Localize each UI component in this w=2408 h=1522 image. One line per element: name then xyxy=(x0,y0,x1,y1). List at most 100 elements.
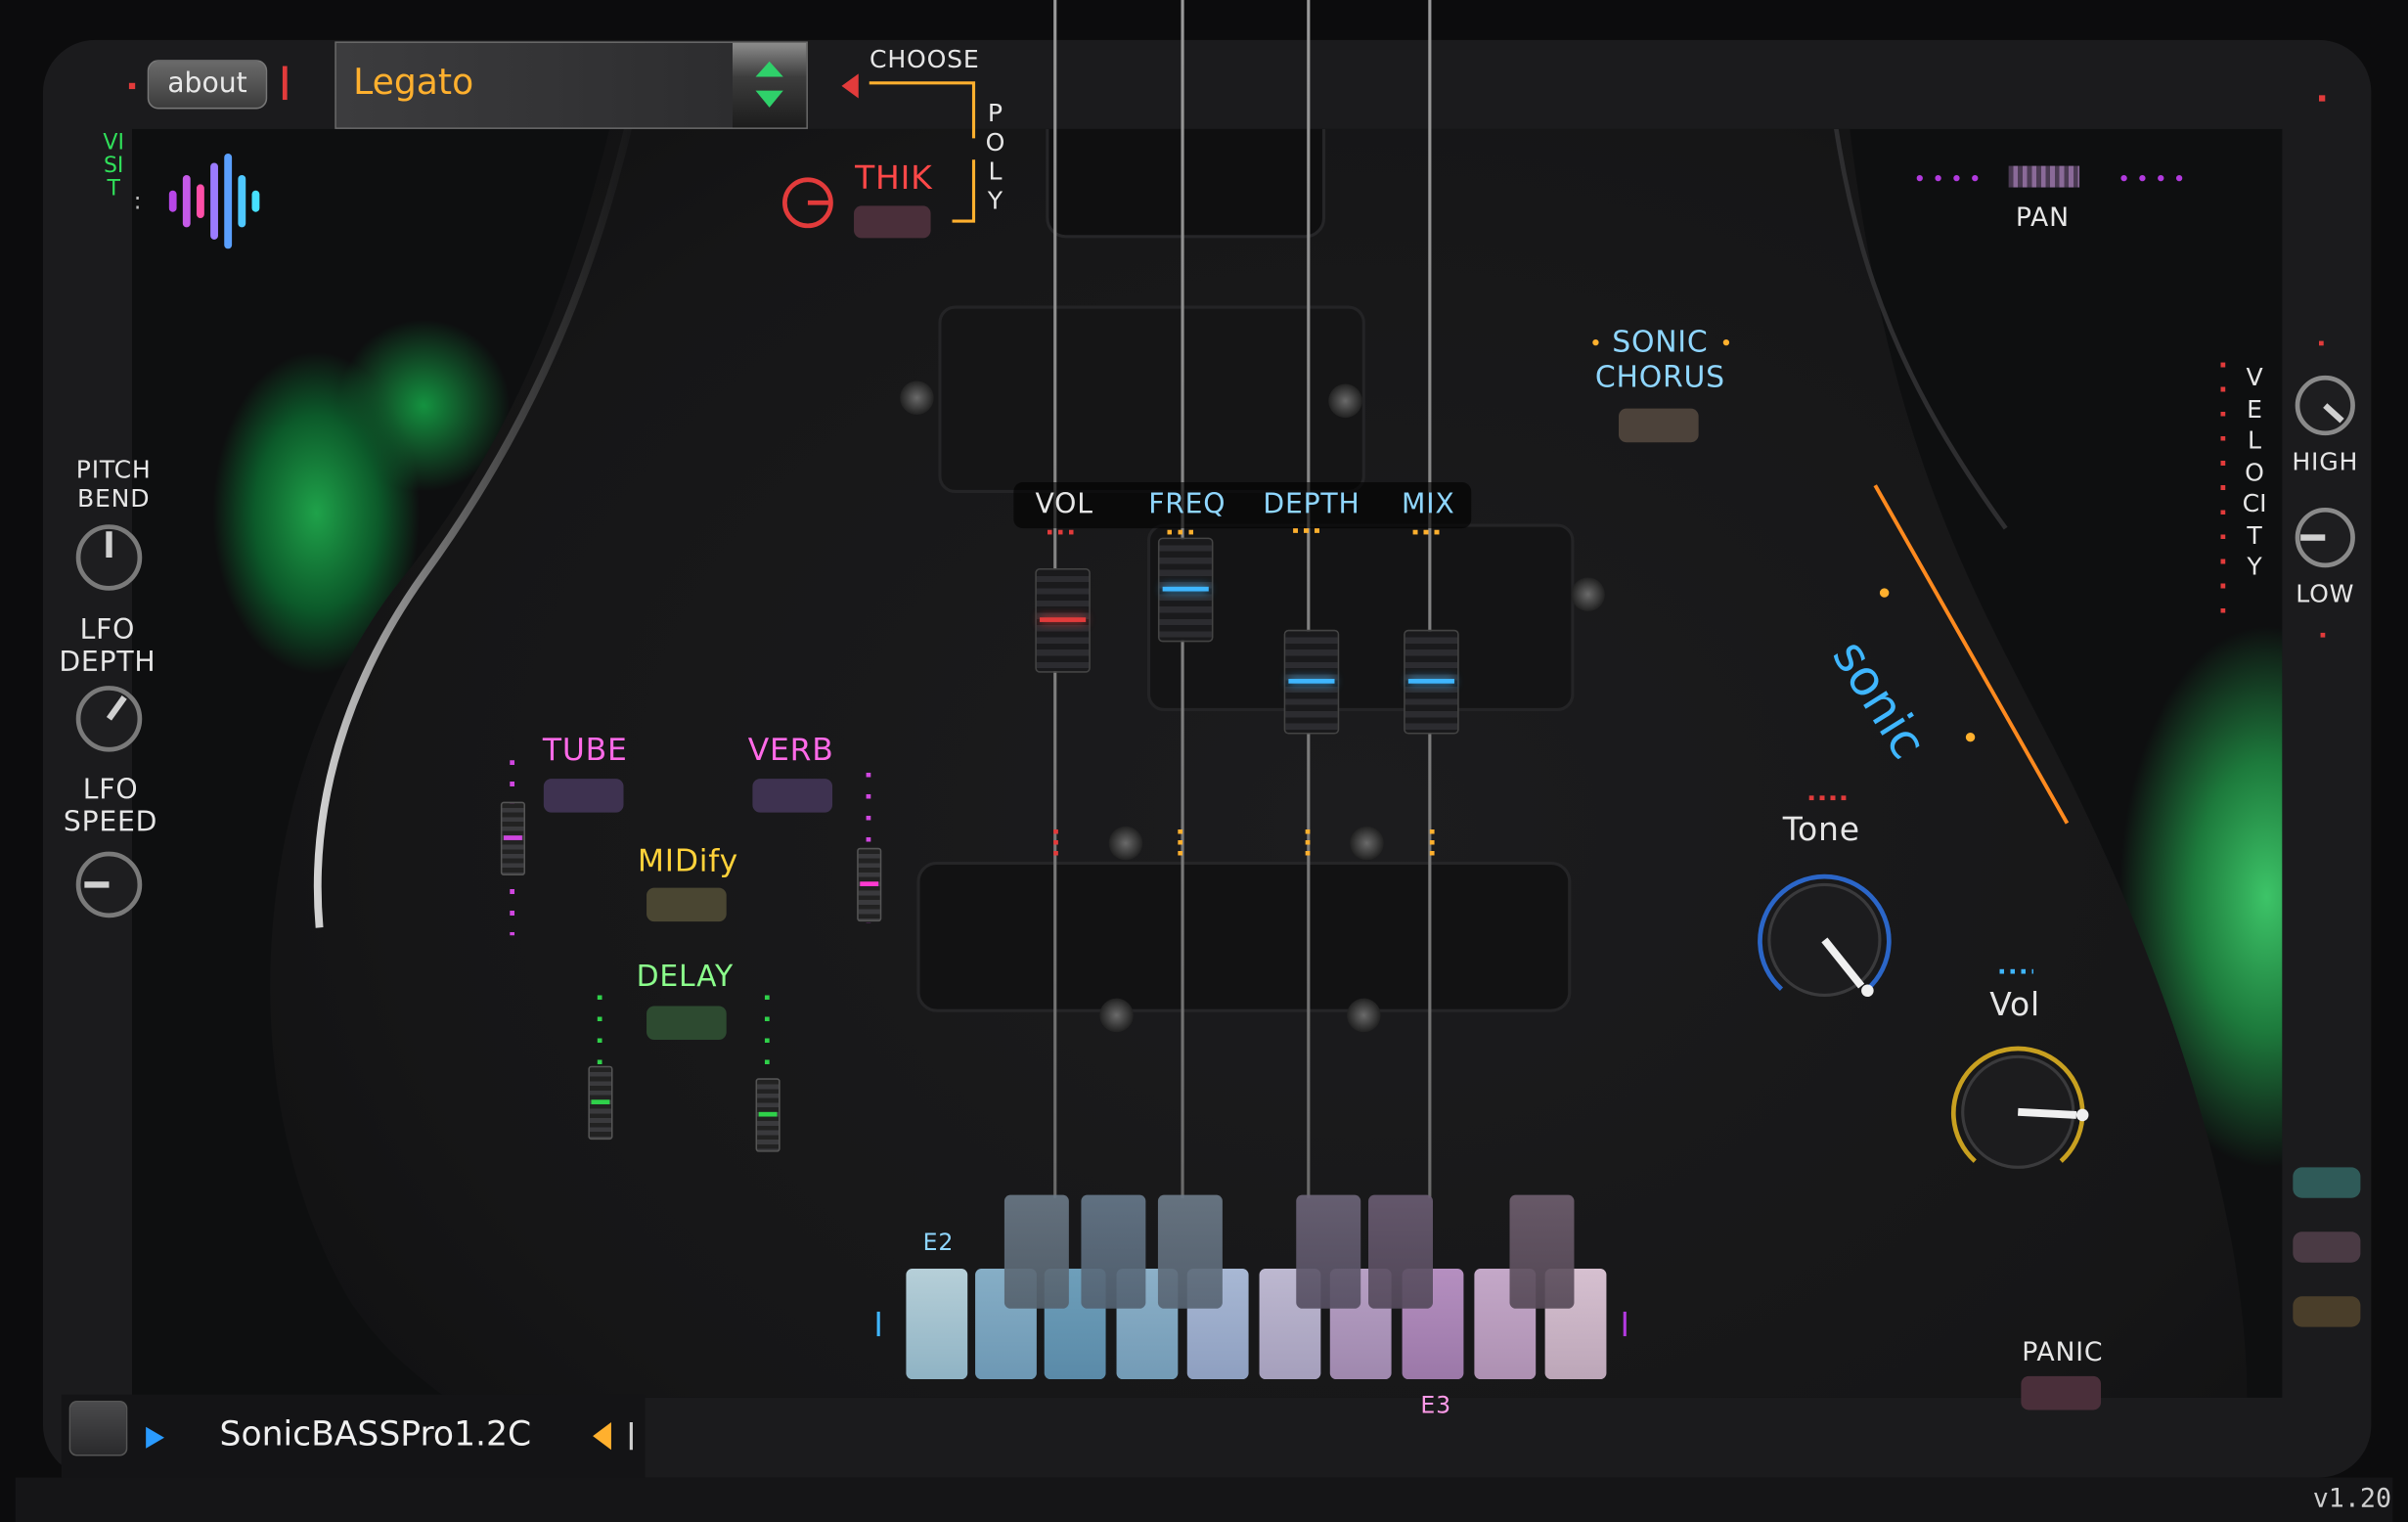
mix-indicator xyxy=(1412,529,1444,535)
screw xyxy=(900,380,934,415)
depth-indicator xyxy=(1293,528,1324,533)
verb-toggle[interactable] xyxy=(752,779,833,813)
high-knob[interactable] xyxy=(2292,372,2359,439)
pitch-bend-label: PITCH BEND xyxy=(75,454,152,514)
midify-label: MIDify xyxy=(637,841,738,879)
freq-fader-label: FREQ xyxy=(1148,488,1226,521)
delay-label: DELAY xyxy=(636,960,734,994)
about-button[interactable]: about xyxy=(147,60,268,110)
thik-toggle[interactable] xyxy=(854,205,931,239)
side-button-brown[interactable] xyxy=(2293,1296,2361,1327)
visit-label: VISIT xyxy=(103,130,124,201)
pan-label: PAN xyxy=(2015,202,2070,234)
freq-indicator xyxy=(1167,529,1198,535)
screw xyxy=(1099,998,1134,1033)
keyboard-end-marker xyxy=(1623,1311,1627,1337)
tube-fader[interactable] xyxy=(500,801,526,876)
lfo-depth-knob[interactable] xyxy=(73,684,144,754)
vol-knob[interactable] xyxy=(1941,1035,2095,1183)
bass-string-4 xyxy=(1428,0,1432,1198)
tone-label: Tone xyxy=(1782,811,1860,848)
indicator-dot xyxy=(2320,632,2326,638)
low-knob[interactable] xyxy=(2292,504,2359,571)
verb-label: VERB xyxy=(747,731,834,769)
high-label: HIGH xyxy=(2292,446,2359,476)
lfo-speed-knob[interactable] xyxy=(73,849,144,919)
keyboard-start-marker xyxy=(876,1311,880,1337)
plugin-window: about Legato CHOOSE POLY THIK VISIT : PI… xyxy=(0,0,2408,1522)
lfo-depth-label: LFO DEPTH xyxy=(59,614,156,680)
screw xyxy=(1328,383,1362,419)
status-bar xyxy=(15,1477,2393,1522)
tone-knob[interactable] xyxy=(1748,863,1901,1010)
choose-arrow-icon[interactable] xyxy=(841,73,859,99)
menu-button[interactable] xyxy=(68,1401,128,1456)
indicator-dot xyxy=(2319,95,2326,102)
black-key[interactable] xyxy=(1003,1194,1069,1309)
sonic-logo-icon[interactable] xyxy=(168,154,267,249)
preset-stepper[interactable] xyxy=(732,42,807,128)
black-key[interactable] xyxy=(1157,1194,1223,1309)
vol-fader-label: VOL xyxy=(1035,488,1093,521)
preset-name: SonicBASSPro1.2C xyxy=(219,1415,532,1455)
version-label: v1.20 xyxy=(2312,1483,2392,1515)
pan-thumb[interactable] xyxy=(2008,165,2080,188)
preset-mode-select[interactable]: Legato xyxy=(334,41,808,129)
tube-toggle[interactable] xyxy=(543,779,624,813)
brand-dot xyxy=(1879,588,1890,598)
screw xyxy=(1108,826,1143,861)
tone-indicator xyxy=(1808,795,1847,801)
pitch-bend-knob[interactable] xyxy=(73,522,144,593)
side-button-plum[interactable] xyxy=(2293,1231,2361,1263)
velocity-label: VELOCITY xyxy=(2242,362,2267,581)
black-key[interactable] xyxy=(1368,1194,1433,1309)
screw xyxy=(1347,998,1381,1033)
preset-mode-value: Legato xyxy=(353,63,474,104)
side-button-teal[interactable] xyxy=(2293,1167,2361,1198)
play-icon[interactable] xyxy=(143,1425,167,1450)
black-key[interactable] xyxy=(1081,1194,1146,1309)
white-key[interactable] xyxy=(906,1268,968,1380)
high-note-label: E3 xyxy=(1420,1391,1451,1419)
separator xyxy=(282,66,288,101)
string-marker xyxy=(1429,828,1435,858)
brand-dot xyxy=(1965,732,1976,742)
depth-fader[interactable] xyxy=(1283,629,1340,735)
preset-prev-icon[interactable] xyxy=(590,1419,642,1454)
pan-slider[interactable] xyxy=(1916,165,2194,188)
depth-fader-label: DEPTH xyxy=(1263,488,1360,521)
delay-fader-left[interactable] xyxy=(588,1065,613,1141)
black-key[interactable] xyxy=(1296,1194,1361,1309)
freq-fader[interactable] xyxy=(1157,537,1214,643)
low-note-label: E2 xyxy=(922,1229,955,1257)
delay-toggle[interactable] xyxy=(647,1006,727,1041)
screw xyxy=(1350,826,1384,861)
thik-label: THIK xyxy=(855,159,933,197)
panic-label: PANIC xyxy=(2022,1337,2104,1369)
low-label: LOW xyxy=(2296,578,2355,608)
indicator-dot xyxy=(2319,340,2324,346)
delay-fader-right[interactable] xyxy=(755,1078,780,1152)
indicator-dot xyxy=(128,82,136,90)
indicator-dot xyxy=(1722,339,1730,346)
string-marker xyxy=(1178,828,1183,858)
vol-indicator xyxy=(1047,529,1079,535)
choose-label: CHOOSE xyxy=(870,44,980,74)
tube-label: TUBE xyxy=(542,731,628,769)
black-key[interactable] xyxy=(1509,1194,1575,1309)
vol-fader[interactable] xyxy=(1035,567,1091,673)
power-icon[interactable] xyxy=(778,172,839,234)
lfo-speed-label: LFO SPEED xyxy=(63,774,158,839)
panic-button[interactable] xyxy=(2021,1375,2102,1410)
up-down-arrows-icon xyxy=(755,61,783,108)
mix-fader[interactable] xyxy=(1404,629,1459,735)
string-marker xyxy=(1305,828,1311,858)
midify-toggle[interactable] xyxy=(647,887,727,922)
verb-fader[interactable] xyxy=(857,847,882,922)
vol-knob-indicator xyxy=(1999,968,2033,974)
bass-string-3 xyxy=(1307,0,1311,1198)
velocity-meter xyxy=(2220,362,2226,633)
sonic-chorus-label: SONIC CHORUS xyxy=(1594,325,1725,395)
sonic-chorus-toggle[interactable] xyxy=(1618,408,1699,443)
screw xyxy=(1571,577,1605,611)
